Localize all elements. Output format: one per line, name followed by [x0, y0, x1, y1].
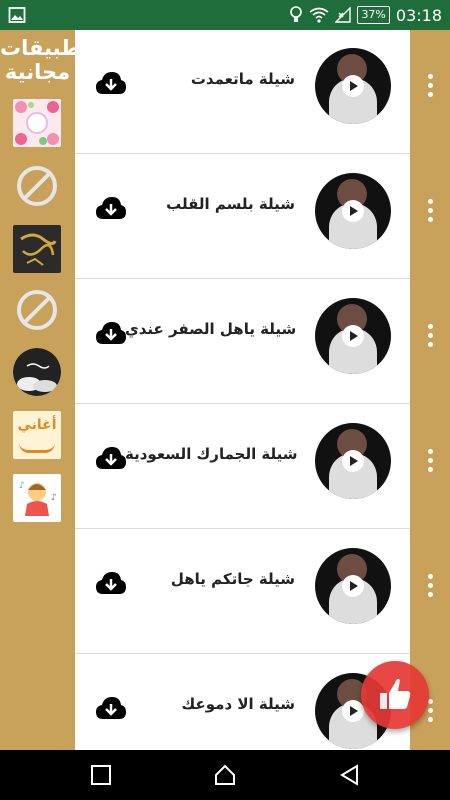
- more-vert-icon[interactable]: [410, 565, 450, 605]
- song-thumbnail[interactable]: [315, 548, 391, 624]
- song-title: شيلة ماتعمدت: [190, 70, 295, 88]
- more-vert-icon[interactable]: [410, 190, 450, 230]
- list-item[interactable]: شيلة ماتعمدت: [75, 30, 410, 154]
- gallery-icon: [8, 7, 26, 23]
- bulb-icon: [290, 6, 303, 22]
- item-menu-rail: [410, 30, 450, 750]
- system-nav-bar: [0, 750, 450, 800]
- song-title: شيلة الجمارك السعودية: [125, 445, 298, 463]
- app-tile-kids[interactable]: ♪ ♪: [13, 474, 61, 522]
- cloud-download-icon[interactable]: [95, 195, 127, 221]
- song-thumbnail[interactable]: [315, 173, 391, 249]
- home-icon[interactable]: [213, 763, 237, 787]
- calligraphy-app-icon: [13, 225, 61, 273]
- svg-text:♪: ♪: [51, 493, 57, 503]
- list-item[interactable]: شيلة ياهل الصفر عندي: [75, 280, 410, 404]
- cloud-download-icon[interactable]: [95, 70, 127, 96]
- svg-text:♪: ♪: [19, 481, 25, 491]
- battery-indicator: 37%: [357, 6, 390, 24]
- list-item[interactable]: شيلة الا دموعك: [75, 655, 410, 750]
- kids-app-icon: ♪ ♪: [13, 474, 61, 522]
- more-vert-icon[interactable]: [410, 440, 450, 480]
- no-signal-icon: [335, 7, 352, 23]
- back-icon[interactable]: [338, 763, 362, 787]
- sidebar-title-line1: تطبيقات: [0, 36, 90, 60]
- list-item[interactable]: شيلة جاتكم ياهل: [75, 530, 410, 654]
- clouds-app-icon: [13, 348, 61, 396]
- song-thumbnail[interactable]: [315, 423, 391, 499]
- clock: 03:18: [395, 5, 442, 25]
- status-bar: 37% 03:18: [0, 0, 450, 30]
- free-apps-sidebar: تطبيقات مجانية أغاني ♪ ♪: [0, 30, 90, 750]
- more-vert-icon[interactable]: [410, 315, 450, 355]
- recents-icon[interactable]: [89, 763, 113, 787]
- app-tile-flowers[interactable]: [13, 99, 61, 147]
- song-title: شيلة الا دموعك: [181, 695, 295, 713]
- play-icon[interactable]: [342, 575, 364, 597]
- ban-icon: [17, 290, 57, 330]
- app-tile-calligraphy[interactable]: [13, 225, 61, 273]
- like-fab-button[interactable]: [361, 661, 429, 729]
- app-tile-blocked-1[interactable]: [13, 162, 61, 210]
- list-item[interactable]: شيلة بلسم القلب: [75, 155, 410, 279]
- wifi-icon: [309, 7, 329, 23]
- flowers-app-icon: [13, 99, 61, 147]
- sidebar-title: تطبيقات مجانية: [0, 36, 90, 84]
- song-title: شيلة ياهل الصفر عندي: [125, 320, 297, 338]
- song-thumbnail[interactable]: [315, 298, 391, 374]
- play-icon[interactable]: [342, 75, 364, 97]
- cloud-download-icon[interactable]: [95, 320, 127, 346]
- song-title: شيلة جاتكم ياهل: [170, 570, 295, 588]
- list-item[interactable]: شيلة الجمارك السعودية: [75, 405, 410, 529]
- ban-icon: [17, 166, 57, 206]
- songs-app-icon: أغاني: [17, 417, 57, 433]
- play-icon[interactable]: [342, 450, 364, 472]
- cloud-download-icon[interactable]: [95, 445, 127, 471]
- cloud-download-icon[interactable]: [95, 570, 127, 596]
- song-thumbnail[interactable]: [315, 48, 391, 124]
- play-icon[interactable]: [342, 325, 364, 347]
- app-tile-blocked-2[interactable]: [13, 286, 61, 334]
- cloud-download-icon[interactable]: [95, 695, 127, 721]
- app-tile-songs[interactable]: أغاني: [13, 411, 61, 459]
- sidebar-title-line2: مجانية: [4, 60, 71, 84]
- app-tile-clouds[interactable]: [13, 348, 61, 396]
- more-vert-icon[interactable]: [410, 65, 450, 105]
- play-icon[interactable]: [342, 200, 364, 222]
- thumbs-up-icon: [380, 679, 411, 709]
- song-title: شيلة بلسم القلب: [166, 195, 295, 213]
- song-list: شيلة ماتعمدت شيلة بلسم القلب شيلة ياهل ا…: [75, 30, 410, 750]
